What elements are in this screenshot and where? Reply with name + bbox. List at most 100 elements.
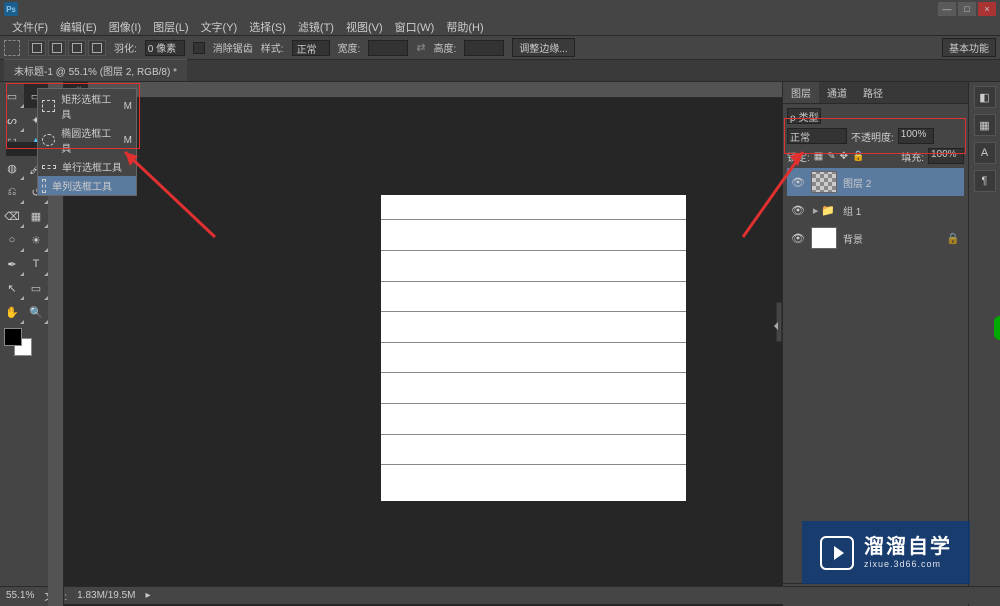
marquee-option[interactable]: 单列选框工具 xyxy=(38,176,136,195)
tab-paths[interactable]: 路径 xyxy=(855,82,891,103)
menu-item[interactable]: 编辑(E) xyxy=(54,19,103,35)
menu-item[interactable]: 帮助(H) xyxy=(440,19,489,35)
selection-mode-group xyxy=(28,40,106,56)
status-menu-icon[interactable]: ▸ xyxy=(146,590,151,601)
dodge-tool[interactable]: ☀ xyxy=(24,228,48,252)
hand-tool[interactable]: ✋ xyxy=(0,300,24,324)
gradient-tool[interactable]: ▦ xyxy=(24,204,48,228)
visibility-icon[interactable]: 👁 xyxy=(791,232,805,245)
marquee-option[interactable]: 椭圆选框工具M xyxy=(38,123,136,157)
fill-input[interactable]: 100% xyxy=(928,148,964,164)
zoom-tool[interactable]: 🔍 xyxy=(24,300,48,324)
fill-label: 填充: xyxy=(901,149,924,164)
panel-collapse-handle[interactable] xyxy=(776,302,782,342)
canvas[interactable] xyxy=(381,195,686,501)
width-input[interactable] xyxy=(368,40,408,56)
blend-mode-dropdown[interactable]: 正常 xyxy=(787,128,847,144)
status-bar: 55.1% 文档: 1.83M/19.5M ▸ xyxy=(0,586,1000,604)
tool-preset-icon[interactable] xyxy=(4,40,20,56)
feather-label: 羽化: xyxy=(114,40,137,55)
selection-subtract[interactable] xyxy=(68,40,86,56)
type-tool[interactable]: T xyxy=(24,252,48,276)
canvas-line xyxy=(381,434,686,435)
tab-channels[interactable]: 通道 xyxy=(819,82,855,103)
menu-item[interactable]: 文字(Y) xyxy=(195,19,244,35)
lock-label: 锁定: xyxy=(787,149,810,164)
workspace-switcher[interactable]: 基本功能 xyxy=(942,38,996,57)
selection-add[interactable] xyxy=(48,40,66,56)
refine-edge-button[interactable]: 调整边缘... xyxy=(512,38,574,57)
layers-panel-body: ρ 类型 正常 不透明度: 100% 锁定: ▦ ✎ ✥ 🔒 填充: 100% … xyxy=(783,104,968,256)
maximize-button[interactable]: □ xyxy=(958,2,976,16)
watermark-main: 溜溜自学 xyxy=(864,535,952,559)
layer-row[interactable]: 👁 ▸ 📁 组 1 xyxy=(787,196,964,224)
menu-item[interactable]: 图层(L) xyxy=(147,19,194,35)
menu-item[interactable]: 滤镜(T) xyxy=(292,19,340,35)
move-tool[interactable]: ▭ xyxy=(0,84,24,108)
selection-new[interactable] xyxy=(28,40,46,56)
ruler-horizontal[interactable] xyxy=(48,82,782,98)
panel-tabs: 图层 通道 路径 xyxy=(783,82,968,104)
menu-item[interactable]: 选择(S) xyxy=(243,19,292,35)
marquee-option[interactable]: 矩形选框工具M xyxy=(38,89,136,123)
close-button[interactable]: × xyxy=(978,2,996,16)
layer-filter-dropdown[interactable]: ρ 类型 xyxy=(787,108,821,124)
canvas-area[interactable]: × xyxy=(48,82,782,606)
tab-layers[interactable]: 图层 xyxy=(783,82,819,103)
lasso-tool[interactable]: ᔕ xyxy=(0,108,24,132)
options-bar: 羽化: 消除锯齿 样式: 正常 宽度: ⇄ 高度: 调整边缘... 基本功能 xyxy=(0,36,1000,60)
document-tab[interactable]: 未标题-1 @ 55.1% (图层 2, RGB/8) * xyxy=(4,59,187,81)
lock-pixel-icon[interactable]: ✎ xyxy=(827,151,835,162)
document-tabbar: 未标题-1 @ 55.1% (图层 2, RGB/8) * xyxy=(0,60,1000,82)
spot-heal-tool[interactable]: ◍ xyxy=(0,156,24,180)
marquee-option[interactable]: 单行选框工具 xyxy=(38,157,136,176)
menu-item[interactable]: 文件(F) xyxy=(6,19,54,35)
menu-item[interactable]: 窗口(W) xyxy=(389,19,441,35)
green-handle xyxy=(994,316,1000,340)
swatches-flyout-icon[interactable]: ▦ xyxy=(974,114,996,136)
layer-thumbnail[interactable] xyxy=(811,171,837,193)
fg-color[interactable] xyxy=(4,328,22,346)
visibility-icon[interactable]: 👁 xyxy=(791,204,805,217)
marquee-icon xyxy=(42,100,55,112)
height-label: 高度: xyxy=(434,40,457,55)
antialias-checkbox[interactable] xyxy=(193,42,205,54)
color-flyout-icon[interactable]: ◧ xyxy=(974,86,996,108)
pen-tool[interactable]: ✒ xyxy=(0,252,24,276)
type-flyout-icon[interactable]: A xyxy=(974,142,996,164)
layer-thumbnail[interactable]: ▸ 📁 xyxy=(811,199,837,221)
lock-all-icon[interactable]: 🔒 xyxy=(852,151,864,162)
color-swatch[interactable] xyxy=(4,328,32,356)
menu-item[interactable]: 图像(I) xyxy=(103,19,147,35)
style-dropdown[interactable]: 正常 xyxy=(292,40,330,56)
opacity-input[interactable]: 100% xyxy=(898,128,934,144)
paragraph-flyout-icon[interactable]: ¶ xyxy=(974,170,996,192)
canvas-line xyxy=(381,311,686,312)
height-input[interactable] xyxy=(464,40,504,56)
menu-item[interactable]: 视图(V) xyxy=(340,19,389,35)
eraser-tool[interactable]: ⌫ xyxy=(0,204,24,228)
layer-row[interactable]: 👁 背景 🔒 xyxy=(787,224,964,252)
canvas-line xyxy=(381,250,686,251)
selection-intersect[interactable] xyxy=(88,40,106,56)
menubar: 文件(F)编辑(E)图像(I)图层(L)文字(Y)选择(S)滤镜(T)视图(V)… xyxy=(0,18,1000,36)
blur-tool[interactable]: ○ xyxy=(0,228,24,252)
width-label: 宽度: xyxy=(338,40,361,55)
lock-transparent-icon[interactable]: ▦ xyxy=(814,151,823,162)
layer-name[interactable]: 图层 2 xyxy=(843,175,871,190)
layer-name[interactable]: 背景 xyxy=(843,231,863,246)
minimize-button[interactable]: — xyxy=(938,2,956,16)
feather-input[interactable] xyxy=(145,40,185,56)
layer-name[interactable]: 组 1 xyxy=(843,203,861,218)
lock-icon[interactable]: 🔒 xyxy=(946,232,960,245)
rectangle-tool[interactable]: ▭ xyxy=(24,276,48,300)
lock-position-icon[interactable]: ✥ xyxy=(840,151,848,162)
layer-row[interactable]: 👁 图层 2 xyxy=(787,168,964,196)
path-select-tool[interactable]: ↖ xyxy=(0,276,24,300)
marquee-shortcut: M xyxy=(124,135,132,146)
layer-thumbnail[interactable] xyxy=(811,227,837,249)
clone-tool[interactable]: ⎌ xyxy=(0,180,24,204)
opacity-label: 不透明度: xyxy=(851,129,894,144)
zoom-level[interactable]: 55.1% xyxy=(6,590,34,601)
visibility-icon[interactable]: 👁 xyxy=(791,176,805,189)
